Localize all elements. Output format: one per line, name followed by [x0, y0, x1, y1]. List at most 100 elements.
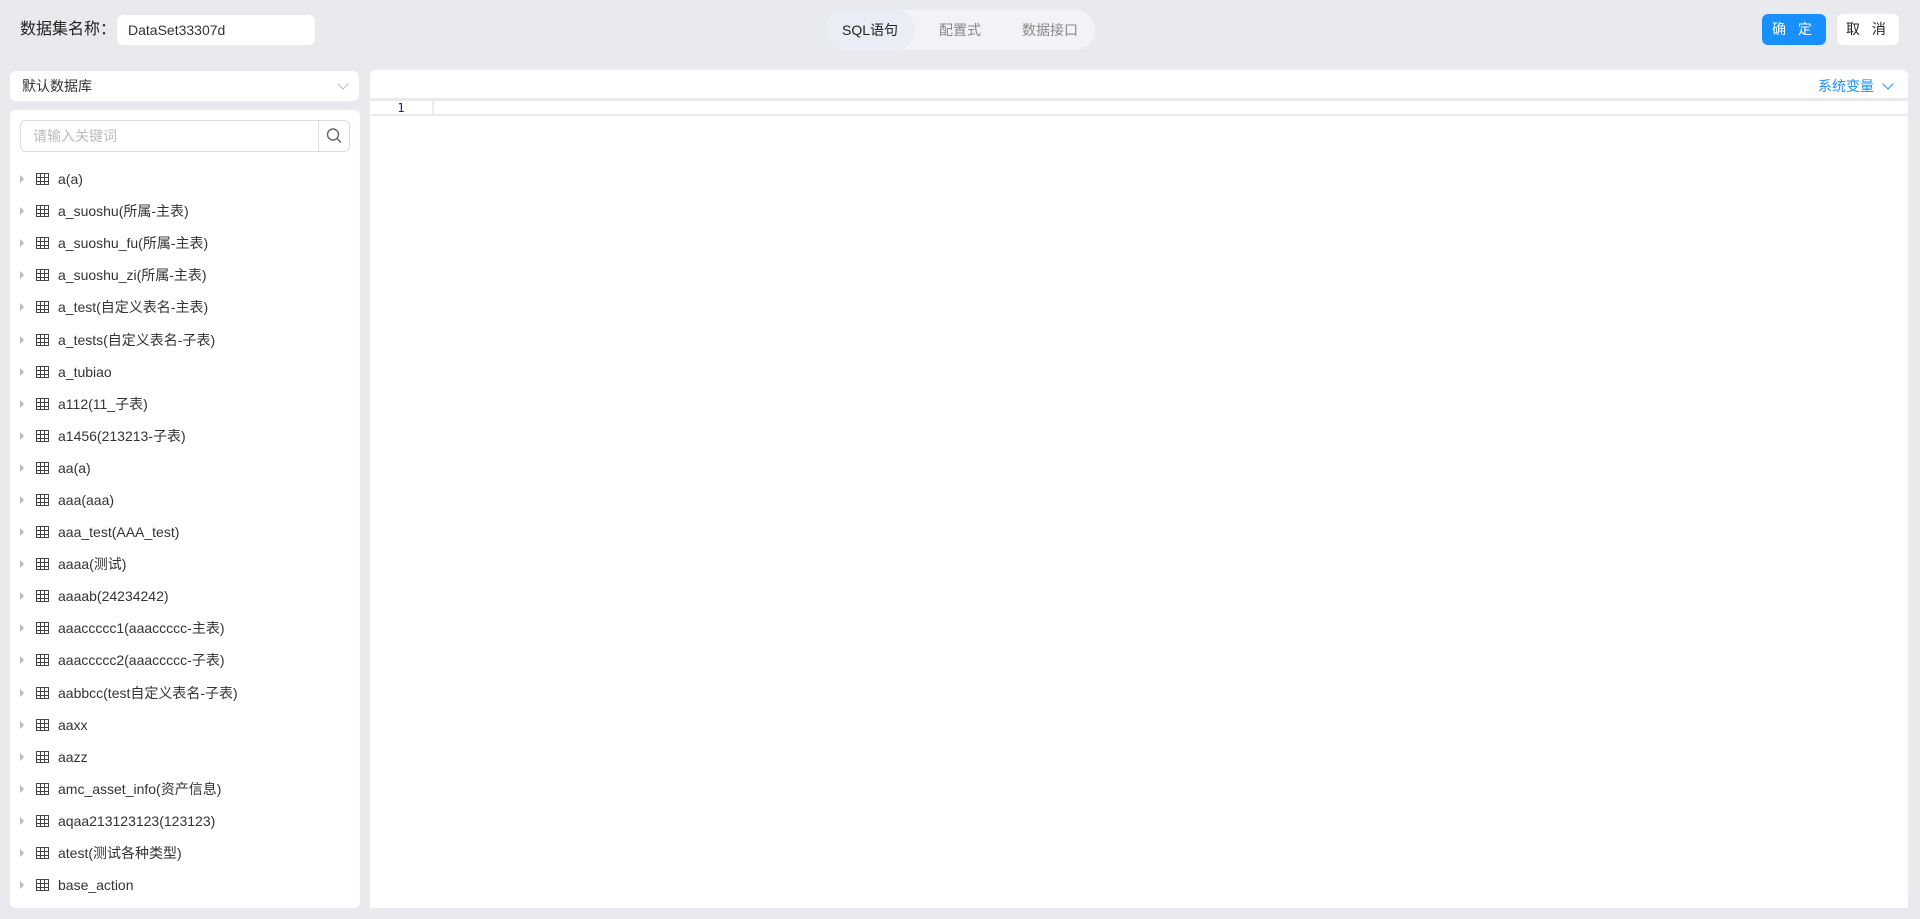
table-list: a(a) a_suoshu(所属-主表) a_suoshu_fu(所属-主表) a_s…	[10, 163, 360, 901]
table-icon	[36, 269, 49, 282]
table-name: aaaa(测试)	[58, 556, 127, 573]
table-name: aaaccccc1(aaaccccc-主表)	[58, 620, 225, 637]
expand-caret-icon[interactable]	[20, 271, 24, 280]
table-tree-item[interactable]: aaaccccc1(aaaccccc-主表)	[10, 612, 360, 644]
table-icon	[36, 879, 49, 892]
table-search-input[interactable]	[21, 121, 318, 151]
table-tree-item[interactable]: aaa_test(AAA_test)	[10, 516, 360, 548]
table-name: aaaab(24234242)	[58, 588, 169, 605]
table-icon	[36, 205, 49, 218]
table-name: a112(11_子表)	[58, 395, 148, 412]
table-tree-item[interactable]: a(a)	[10, 163, 360, 195]
table-tree-item[interactable]: a_suoshu_fu(所属-主表)	[10, 227, 360, 259]
table-name: a_suoshu(所属-主表)	[58, 203, 189, 220]
table-tree-item[interactable]: a_suoshu_zi(所属-主表)	[10, 259, 360, 291]
sql-code-input[interactable]	[434, 101, 1908, 114]
expand-caret-icon[interactable]	[20, 881, 24, 890]
tab-data-api[interactable]: 数据接口	[1005, 10, 1095, 50]
table-tree-item[interactable]: aa(a)	[10, 452, 360, 484]
table-tree-item[interactable]: a_tubiao	[10, 356, 360, 388]
expand-caret-icon[interactable]	[20, 656, 24, 665]
table-icon	[36, 750, 49, 763]
line-number: 1	[370, 101, 434, 115]
table-tree-item[interactable]: a_test(自定义表名-主表)	[10, 291, 360, 323]
expand-caret-icon[interactable]	[20, 239, 24, 248]
table-tree-panel: a(a) a_suoshu(所属-主表) a_suoshu_fu(所属-主表) a_s…	[10, 110, 360, 908]
dataset-name-label: 数据集名称：	[20, 21, 117, 38]
expand-caret-icon[interactable]	[20, 367, 24, 376]
expand-caret-icon[interactable]	[20, 335, 24, 344]
table-tree-item[interactable]: aaa(aaa)	[10, 484, 360, 516]
chevron-down-icon	[337, 78, 349, 90]
expand-caret-icon[interactable]	[20, 303, 24, 312]
expand-caret-icon[interactable]	[20, 560, 24, 569]
table-name: amc_asset_info(资产信息)	[58, 780, 222, 797]
search-icon	[326, 128, 342, 143]
table-name: base_action	[58, 877, 134, 894]
table-icon	[36, 333, 49, 346]
table-name: aa(a)	[58, 459, 91, 476]
table-name: aaa(aaa)	[58, 491, 115, 508]
table-name: aaxx	[58, 716, 88, 733]
table-name: a_tubiao	[58, 363, 112, 380]
search-button[interactable]	[318, 121, 349, 151]
table-tree-item[interactable]: aazz	[10, 741, 360, 773]
editor-line: 1	[370, 101, 1908, 116]
tab-sql[interactable]: SQL语句	[825, 10, 915, 50]
expand-caret-icon[interactable]	[20, 495, 24, 504]
system-variables-dropdown[interactable]: 系统变量	[1818, 76, 1894, 96]
table-tree-item[interactable]: a_tests(自定义表名-子表)	[10, 323, 360, 355]
table-name: a(a)	[58, 171, 83, 188]
table-name: a_suoshu_zi(所属-主表)	[58, 267, 207, 284]
expand-caret-icon[interactable]	[20, 463, 24, 472]
expand-caret-icon[interactable]	[20, 207, 24, 216]
table-icon	[36, 526, 49, 539]
expand-caret-icon[interactable]	[20, 784, 24, 793]
dataset-name-input[interactable]	[117, 15, 315, 45]
database-select[interactable]: 默认数据库	[10, 71, 359, 101]
table-tree-item[interactable]: a112(11_子表)	[10, 388, 360, 420]
expand-caret-icon[interactable]	[20, 592, 24, 601]
tab-config[interactable]: 配置式	[915, 10, 1005, 50]
expand-caret-icon[interactable]	[20, 720, 24, 729]
table-tree-item[interactable]: aabbcc(test自定义表名-子表)	[10, 677, 360, 709]
expand-caret-icon[interactable]	[20, 528, 24, 537]
expand-caret-icon[interactable]	[20, 399, 24, 408]
table-icon	[36, 429, 49, 442]
table-name: a_suoshu_fu(所属-主表)	[58, 235, 209, 252]
cancel-button[interactable]: 取 消	[1837, 14, 1899, 45]
expand-caret-icon[interactable]	[20, 175, 24, 184]
table-icon	[36, 847, 49, 860]
sql-editor: 系统变量 1	[370, 70, 1908, 908]
expand-caret-icon[interactable]	[20, 752, 24, 761]
expand-caret-icon[interactable]	[20, 816, 24, 825]
table-icon	[36, 237, 49, 250]
table-tree-item[interactable]: base_action	[10, 869, 360, 901]
table-tree-item[interactable]: atest(测试各种类型)	[10, 837, 360, 869]
expand-caret-icon[interactable]	[20, 849, 24, 858]
table-name: aabbcc(test自定义表名-子表)	[58, 684, 238, 701]
table-icon	[36, 493, 49, 506]
table-name: aqaa213123123(123123)	[58, 812, 216, 829]
table-tree-item[interactable]: amc_asset_info(资产信息)	[10, 773, 360, 805]
table-tree-item[interactable]: aaxx	[10, 709, 360, 741]
table-icon	[36, 397, 49, 410]
confirm-button[interactable]: 确 定	[1762, 14, 1826, 45]
table-icon	[36, 622, 49, 635]
table-icon	[36, 590, 49, 603]
expand-caret-icon[interactable]	[20, 624, 24, 633]
database-select-value: 默认数据库	[22, 78, 92, 94]
table-tree-item[interactable]: aaaa(测试)	[10, 548, 360, 580]
expand-caret-icon[interactable]	[20, 431, 24, 440]
expand-caret-icon[interactable]	[20, 688, 24, 697]
table-tree-item[interactable]: aaaccccc2(aaaccccc-子表)	[10, 644, 360, 676]
table-icon	[36, 173, 49, 186]
table-icon	[36, 365, 49, 378]
table-name: a_tests(自定义表名-子表)	[58, 331, 216, 348]
table-tree-item[interactable]: aaaab(24234242)	[10, 580, 360, 612]
table-search	[20, 120, 350, 152]
table-tree-item[interactable]: a1456(213213-子表)	[10, 420, 360, 452]
table-name: aaaccccc2(aaaccccc-子表)	[58, 652, 225, 669]
table-tree-item[interactable]: a_suoshu(所属-主表)	[10, 195, 360, 227]
table-tree-item[interactable]: aqaa213123123(123123)	[10, 805, 360, 837]
